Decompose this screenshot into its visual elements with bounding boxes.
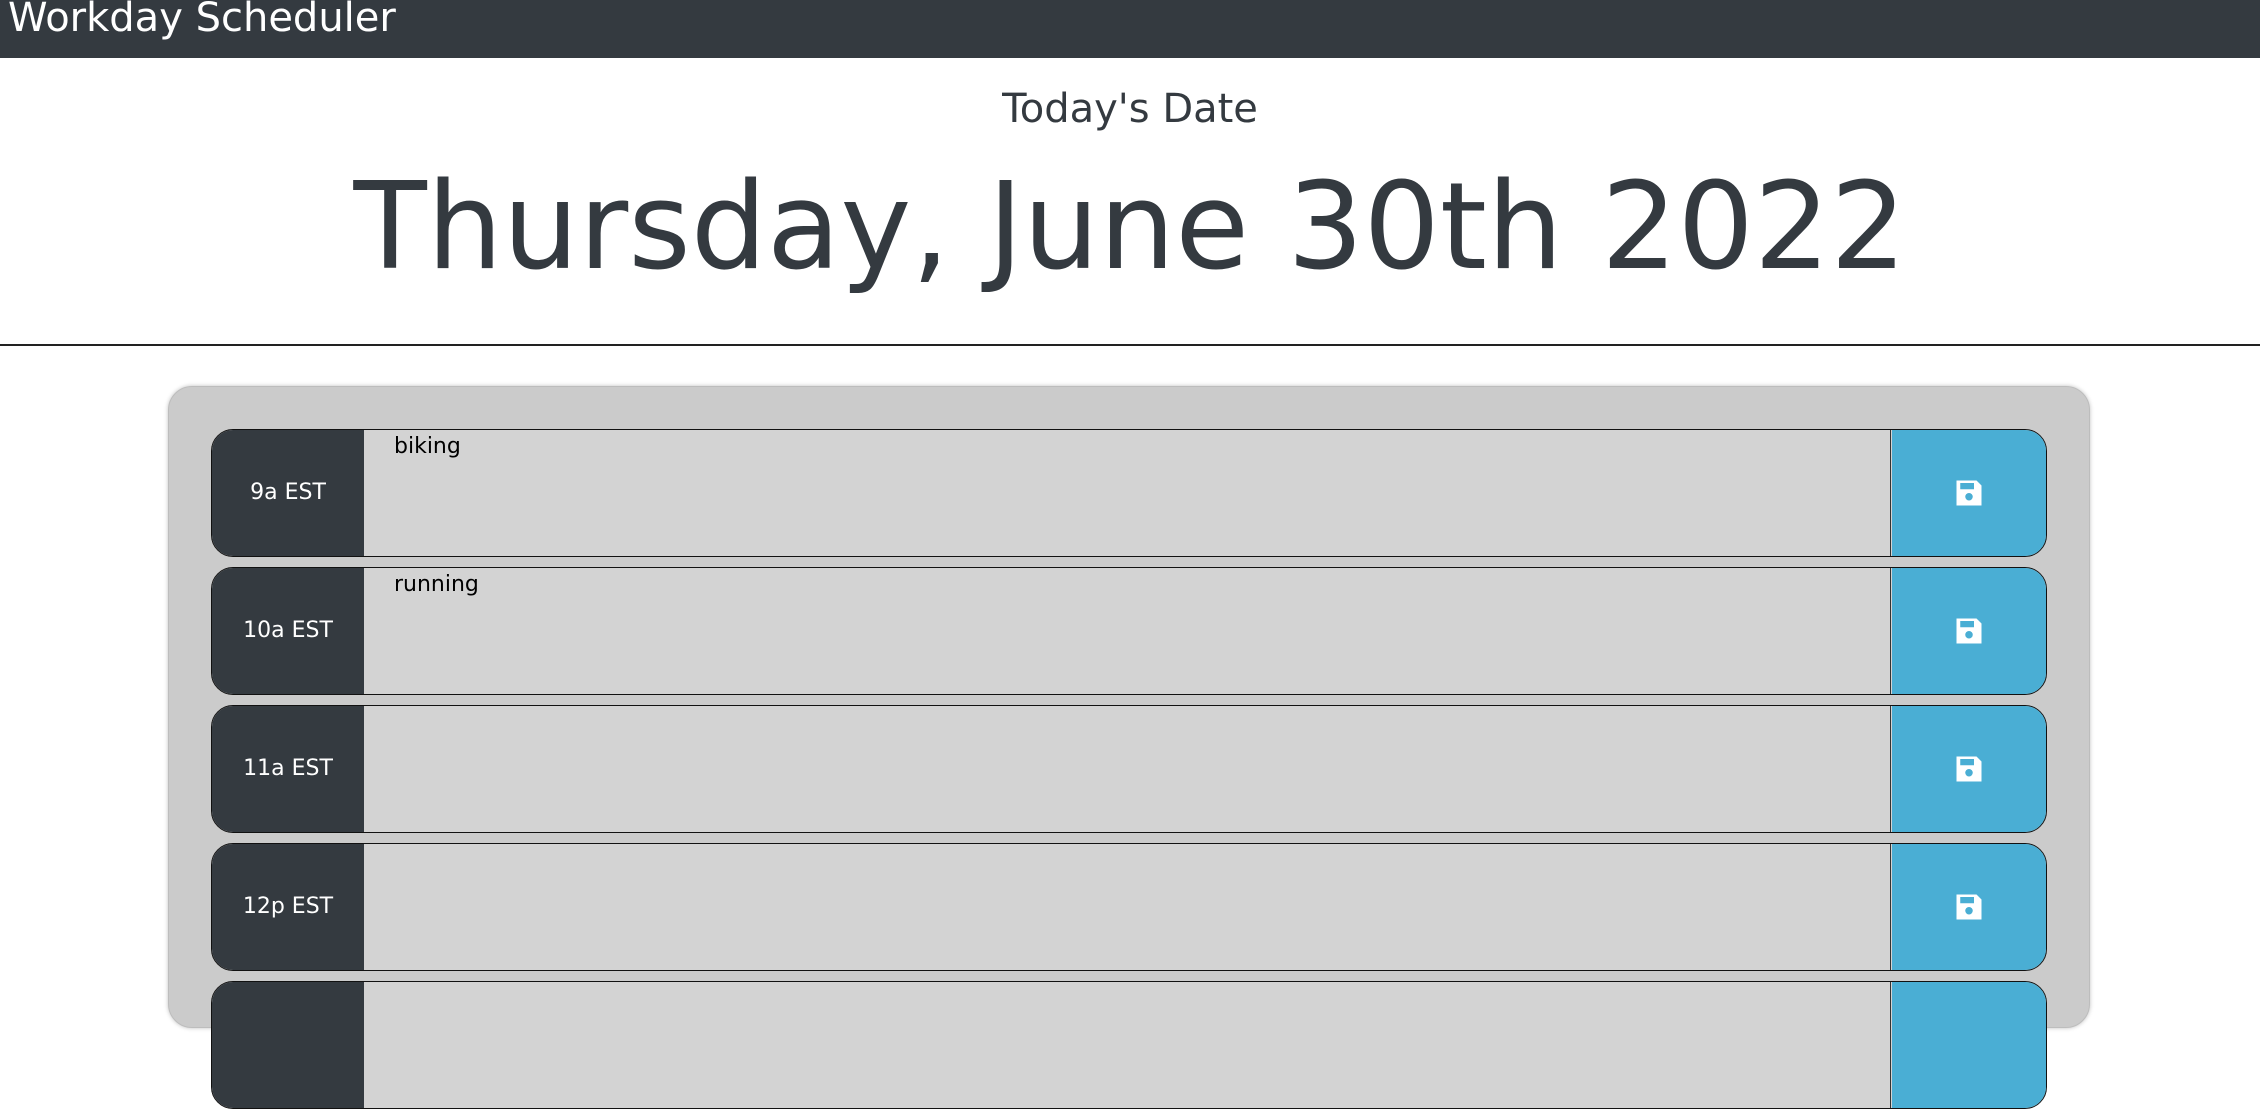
hour-label: 12p EST [212, 844, 364, 970]
event-description-textarea[interactable]: running [364, 568, 1891, 694]
hour-label: 9a EST [212, 430, 364, 556]
navbar: Workday Scheduler [0, 0, 2260, 58]
current-date: Thursday, June 30th 2022 [353, 158, 1907, 297]
save-button[interactable] [1892, 844, 2046, 970]
hour-label: 10a EST [212, 568, 364, 694]
save-icon [1956, 618, 1982, 644]
event-description-textarea[interactable]: biking [364, 430, 1891, 556]
time-block-row: 12p EST [211, 843, 2047, 971]
time-block-row: 11a EST [211, 705, 2047, 833]
save-button[interactable] [1892, 568, 2046, 694]
hour-label: 11a EST [212, 706, 364, 832]
hour-label [212, 982, 364, 1108]
save-icon [1956, 894, 1982, 920]
event-description-textarea[interactable] [364, 844, 1891, 970]
event-description-textarea[interactable] [364, 706, 1891, 832]
time-block-row: 9a EST biking [211, 429, 2047, 557]
save-icon [1956, 480, 1982, 506]
save-button[interactable] [1892, 430, 2046, 556]
time-block-row [211, 981, 2047, 1109]
schedule-container: 9a EST biking 10a EST running 11a EST 12… [168, 386, 2090, 1109]
time-block-row: 10a EST running [211, 567, 2047, 695]
save-icon [1956, 756, 1982, 782]
save-button[interactable] [1892, 706, 2046, 832]
save-button[interactable] [1892, 982, 2046, 1108]
app-title: Workday Scheduler [8, 0, 396, 41]
event-description-textarea[interactable] [364, 982, 1891, 1108]
date-label: Today's Date [1002, 86, 1258, 132]
page-header: Today's Date Thursday, June 30th 2022 [0, 58, 2260, 346]
